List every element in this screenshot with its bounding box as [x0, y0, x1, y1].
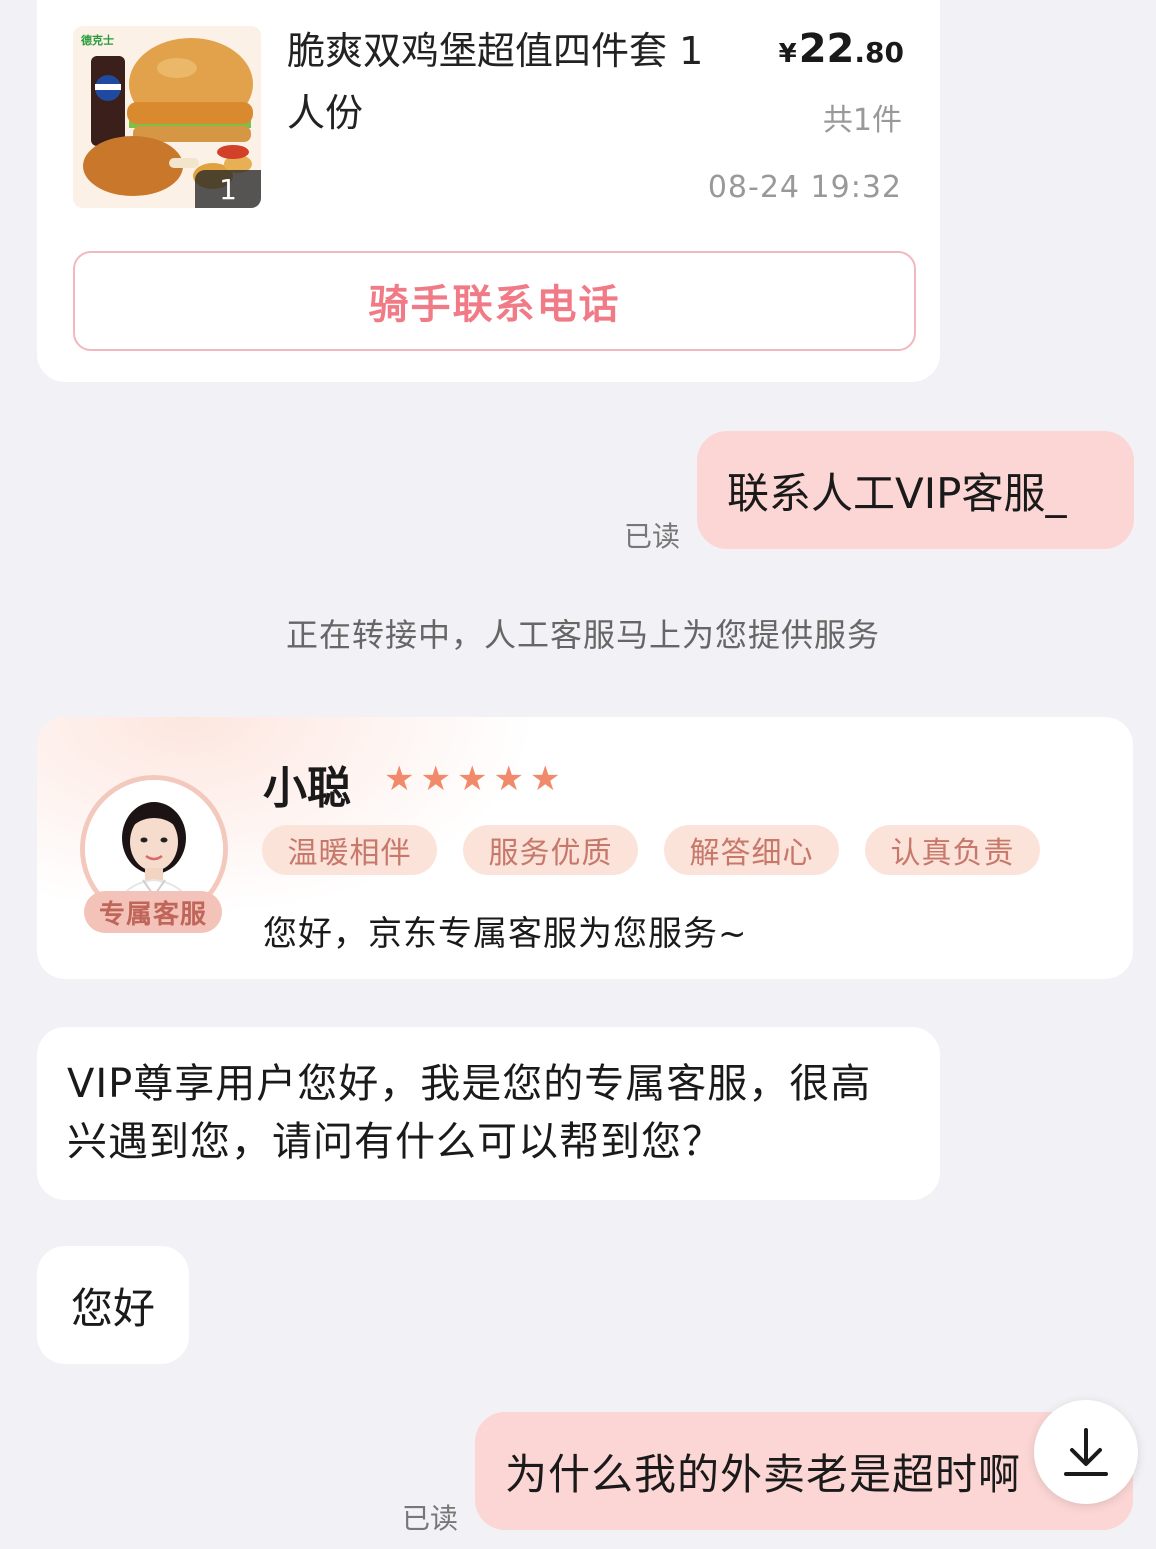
price-integer: 22	[798, 26, 855, 72]
star-icon: ★	[420, 759, 451, 799]
item-count: 共1件	[822, 103, 902, 138]
agent-message-bubble[interactable]: VIP尊享用户您好，我是您的专属客服，很高兴遇到您，请问有什么可以帮到您？	[37, 1027, 940, 1200]
price: ¥22.80	[779, 26, 904, 72]
agent-greeting: 您好，京东专属客服为您服务~	[263, 914, 748, 954]
agent-name: 小聪	[263, 763, 351, 814]
price-decimal: .80	[854, 36, 904, 69]
agent-tag: 温暖相伴	[262, 825, 437, 875]
system-message: 正在转接中，人工客服马上为您提供服务	[285, 616, 880, 654]
user-message-bubble[interactable]: 为什么我的外卖老是超时啊	[475, 1412, 1133, 1530]
exclusive-agent-badge: 专属客服	[84, 891, 222, 933]
download-button[interactable]	[1034, 1400, 1138, 1504]
agent-message-bubble[interactable]: 您好	[37, 1246, 189, 1364]
star-icon: ★	[456, 759, 488, 799]
brand-logo: 德克士	[81, 34, 114, 47]
agent-tag: 认真负责	[865, 825, 1040, 875]
rider-contact-button[interactable]: 骑手联系电话	[73, 251, 916, 351]
product-name[interactable]: 脆爽双鸡堡超值四件套 1人份	[287, 20, 707, 144]
rating-stars: ★ ★ ★ ★ ★	[384, 762, 560, 796]
read-status: 已读	[402, 1502, 459, 1535]
star-icon: ★	[493, 759, 524, 799]
user-message-bubble[interactable]: 联系人工VIP客服_	[697, 431, 1134, 549]
agent-tag: 服务优质	[463, 825, 638, 875]
product-image[interactable]: 德克士 1	[73, 26, 261, 208]
star-icon: ★	[384, 759, 415, 799]
order-time: 08-24 19:32	[707, 170, 902, 205]
agent-tag: 解答细心	[664, 825, 839, 875]
read-status: 已读	[624, 520, 681, 553]
star-icon: ★	[529, 759, 561, 799]
currency-symbol: ¥	[778, 39, 797, 69]
download-arrow-icon	[1064, 1428, 1108, 1476]
quantity-badge: 1	[195, 170, 261, 208]
